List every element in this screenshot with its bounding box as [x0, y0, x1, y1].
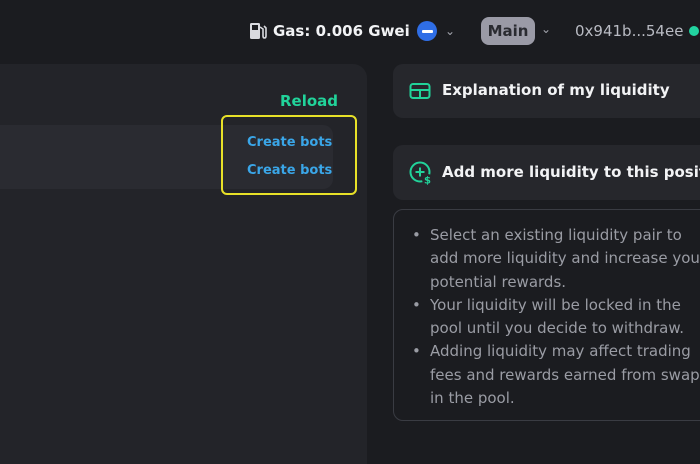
create-bots-link[interactable]: Create bots [247, 163, 332, 178]
top-bar: Gas: 0.006 Gwei ⌄ Main ⌄ 0x941b...54ee [0, 0, 700, 62]
network-logo-icon [417, 21, 437, 41]
create-bots-link[interactable]: Create bots [247, 135, 332, 150]
fuel-pump-icon [250, 23, 267, 39]
network-pill[interactable]: Main [481, 17, 535, 45]
list-item: Your liquidity will be locked in the poo… [412, 294, 700, 341]
reload-button[interactable]: Reload [280, 92, 338, 110]
svg-text:$: $ [424, 176, 431, 187]
connected-status-dot [689, 26, 700, 36]
gas-label: Gas: 0.006 Gwei [273, 22, 410, 40]
add-liquidity-icon: $ [409, 161, 433, 187]
gas-indicator: Gas: 0.006 Gwei [249, 19, 410, 43]
highlight-box [221, 115, 357, 195]
info-list: Select an existing liquidity pair to add… [412, 224, 700, 410]
wallet-address-text: 0x941b...54ee [575, 22, 684, 40]
wallet-address[interactable]: 0x941b...54ee [575, 19, 700, 43]
list-item: Select an existing liquidity pair to add… [412, 224, 700, 294]
list-item: Adding liquidity may affect trading fees… [412, 340, 700, 410]
add-liquidity-title: Add more liquidity to this position [442, 163, 700, 181]
wallet-icon [409, 83, 431, 99]
network-selector[interactable]: ⌄ [417, 19, 455, 43]
explanation-title: Explanation of my liquidity [442, 81, 670, 99]
chevron-down-icon: ⌄ [445, 24, 456, 38]
chevron-down-icon[interactable]: ⌄ [541, 22, 551, 36]
